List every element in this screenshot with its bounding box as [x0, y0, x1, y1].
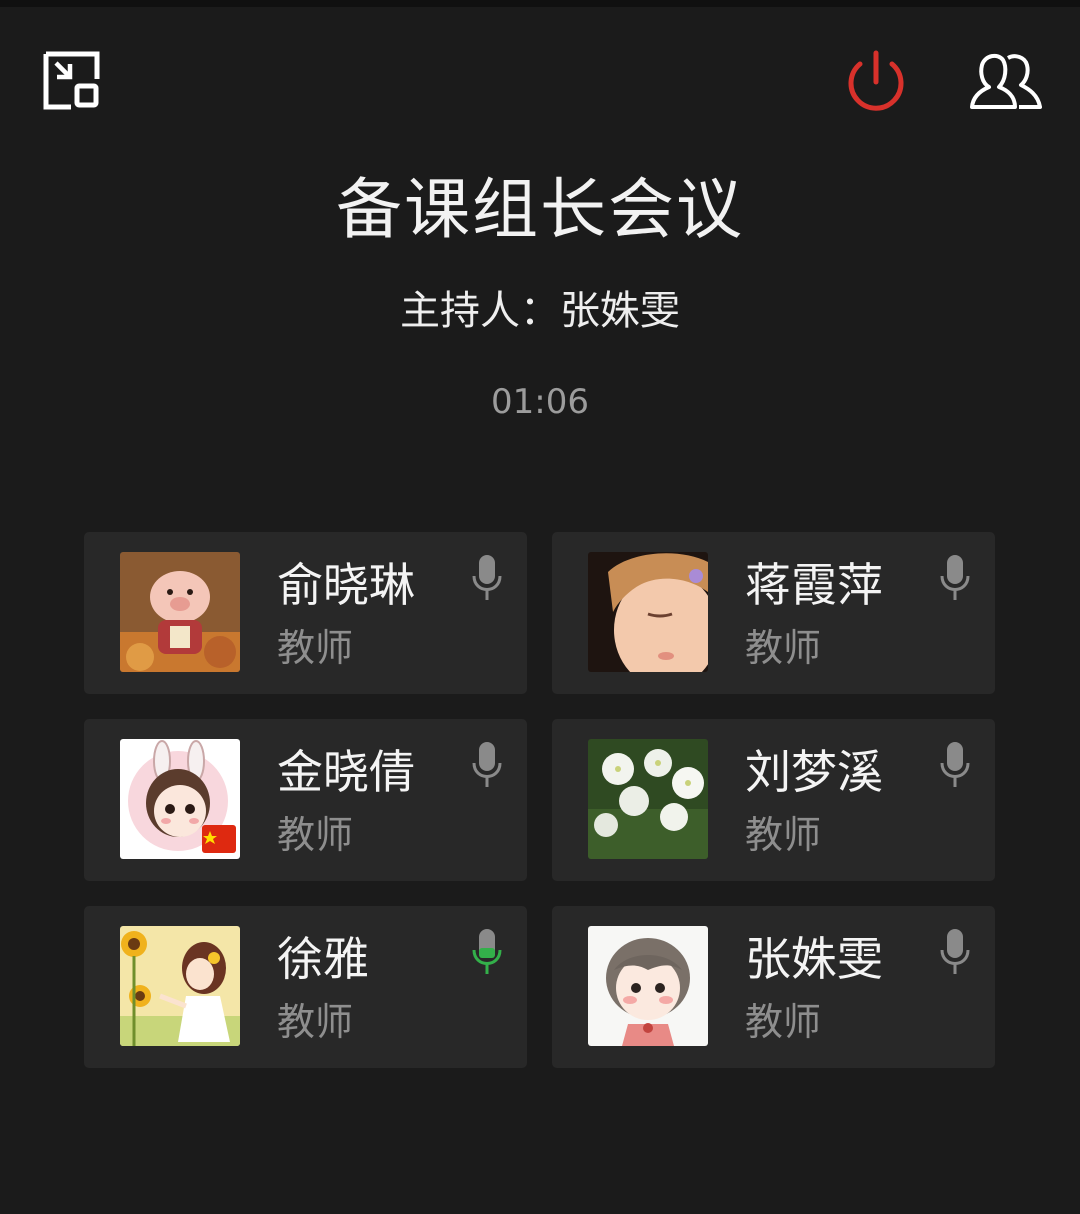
participant-name: 俞晓琳	[277, 558, 415, 612]
microphone-active-icon	[472, 929, 502, 974]
participant-name: 徐雅	[277, 932, 369, 986]
microphone-icon	[940, 929, 970, 974]
participant-role: 教师	[745, 1000, 822, 1044]
meeting-title: 备课组长会议	[336, 171, 744, 248]
participant-card[interactable]: 金晓倩 教师	[84, 719, 527, 881]
avatar	[120, 739, 240, 859]
avatar	[120, 552, 240, 672]
participant-card[interactable]: 刘梦溪 教师	[552, 719, 995, 881]
host-line: 主持人：张姝雯	[400, 288, 680, 334]
minimize-window-icon[interactable]	[40, 48, 106, 114]
participant-role: 教师	[277, 1000, 354, 1044]
participant-card[interactable]: 俞晓琳 教师	[84, 532, 527, 694]
participant-name: 刘梦溪	[745, 745, 883, 799]
participant-name: 金晓倩	[277, 745, 415, 799]
participant-role: 教师	[745, 813, 822, 857]
avatar	[588, 926, 708, 1046]
call-timer: 01:06	[491, 382, 589, 422]
microphone-icon	[472, 742, 502, 787]
microphone-icon	[472, 555, 502, 600]
avatar	[120, 926, 240, 1046]
status-strip	[0, 0, 1080, 7]
participant-role: 教师	[745, 626, 822, 670]
participant-role: 教师	[277, 626, 354, 670]
members-icon[interactable]	[968, 50, 1048, 112]
power-icon[interactable]	[842, 48, 910, 116]
participant-card[interactable]: 张姝雯 教师	[552, 906, 995, 1068]
microphone-icon	[940, 555, 970, 600]
participant-name: 蒋霞萍	[745, 558, 883, 612]
participant-card[interactable]: 蒋霞萍 教师	[552, 532, 995, 694]
microphone-icon	[940, 742, 970, 787]
participant-role: 教师	[277, 813, 354, 857]
avatar	[588, 552, 708, 672]
participant-card[interactable]: 徐雅 教师	[84, 906, 527, 1068]
participant-name: 张姝雯	[745, 932, 883, 986]
avatar	[588, 739, 708, 859]
